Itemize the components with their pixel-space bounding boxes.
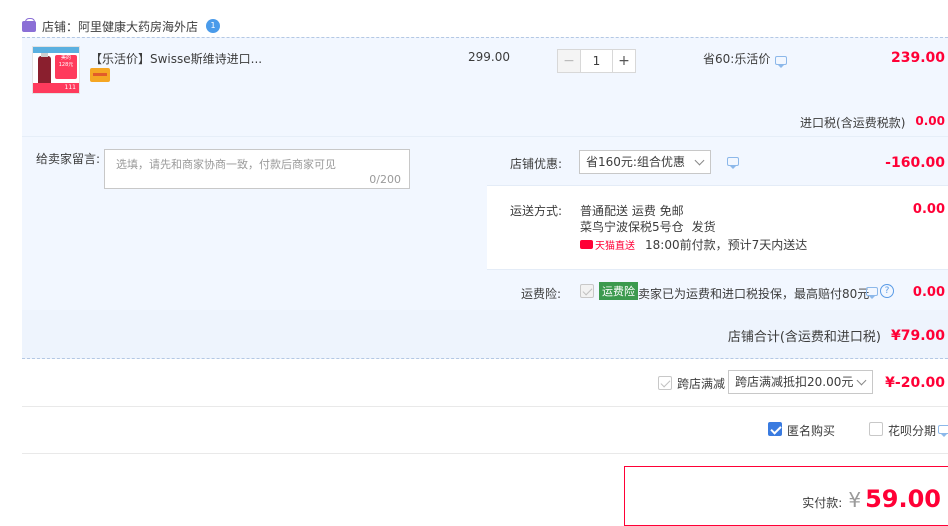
- quantity-stepper: − 1 +: [557, 49, 636, 73]
- anonymous-label[interactable]: 匿名购买: [787, 422, 835, 439]
- message-textarea[interactable]: 选填，请先和商家协商一致，付款后商家可见 0/200: [104, 149, 410, 189]
- purchase-options-row: 匿名购买 花呗分期: [22, 407, 948, 454]
- insurance-checkbox[interactable]: [580, 284, 594, 298]
- unit-price: 299.00: [468, 50, 510, 64]
- insurance-amount: 0.00: [912, 285, 945, 300]
- shop-discount-section: 店铺优惠: 省160元:组合优惠 -160.00: [487, 137, 948, 186]
- thumb-text-a: 美的: [60, 55, 71, 61]
- shipping-amount: 0.00: [912, 202, 945, 217]
- chevron-down-icon: [856, 375, 867, 386]
- shop-icon: [22, 17, 36, 32]
- cross-shop-select[interactable]: 跨店满减抵扣20.00元: [728, 370, 873, 394]
- shop-total-amount: ¥79.00: [890, 327, 945, 344]
- thumb-text-c: 111: [33, 83, 79, 93]
- help-icon[interactable]: ?: [880, 284, 894, 298]
- payment-box: 实付款: ¥ 59.00: [624, 466, 948, 526]
- promo-chat-icon[interactable]: [775, 56, 788, 68]
- insurance-label: 运费险:: [521, 287, 562, 301]
- chevron-down-icon: [694, 155, 705, 166]
- message-counter: 0/200: [369, 173, 401, 186]
- shop-total-row: 店铺合计(含运费和进口税) ¥79.00: [22, 310, 948, 359]
- cross-shop-row: 跨店满减 跨店满减抵扣20.00元 ¥-20.00: [22, 359, 948, 407]
- message-label: 给卖家留言:: [36, 152, 101, 166]
- import-tax-value: 0.00: [915, 114, 945, 128]
- huabei-chat-icon[interactable]: [938, 425, 948, 437]
- product-thumbnail[interactable]: 美的 128元 111: [32, 46, 80, 94]
- cross-shop-label: 跨店满减: [677, 377, 726, 391]
- payment-amount: 59.00: [865, 485, 941, 513]
- huabei-label[interactable]: 花呗分期: [888, 422, 936, 439]
- import-tax-label: 进口税(含运费税款): [800, 116, 906, 130]
- import-tax: 进口税(含运费税款) 0.00: [800, 114, 945, 131]
- discount-chat-icon[interactable]: [727, 157, 739, 169]
- shipping-insurance-section: 运费险: 运费险 卖家已为运费和进口税投保，最高赔付80元 ? 0.00: [487, 270, 948, 311]
- card-icon: [90, 68, 110, 82]
- shop-total-label: 店铺合计(含运费和进口税): [727, 330, 881, 345]
- shipping-line2: 菜鸟宁波保税5号仓 发货: [580, 220, 716, 234]
- huabei-checkbox[interactable]: [869, 422, 883, 436]
- message-placeholder: 选填，请先和商家协商一致，付款后商家可见: [116, 158, 336, 171]
- insurance-chat-icon[interactable]: [866, 287, 878, 299]
- thumb-text-b: 128元: [58, 62, 74, 68]
- cross-shop-amount: ¥-20.00: [885, 375, 945, 391]
- item-subtotal: 239.00: [890, 50, 945, 66]
- insurance-tag: 运费险: [599, 282, 638, 300]
- quantity-minus-button[interactable]: −: [557, 49, 581, 73]
- payment-currency: ¥: [848, 488, 862, 512]
- shipping-line3: 天猫直送 18:00前付款，预计7天内送达: [580, 236, 807, 253]
- quantity-plus-button[interactable]: +: [612, 49, 636, 73]
- product-title[interactable]: 【乐活价】Swisse斯维诗进口...: [90, 50, 262, 67]
- payment-label: 实付款:: [802, 496, 843, 510]
- product-row: 美的 128元 111 【乐活价】Swisse斯维诗进口... 299.00 −…: [22, 37, 948, 136]
- shop-name[interactable]: 店铺：阿里健康大药房海外店: [42, 18, 198, 35]
- order-options: 给卖家留言: 选填，请先和商家协商一致，付款后商家可见 0/200 店铺优惠: …: [22, 136, 948, 311]
- tmall-icon: [580, 240, 593, 249]
- insurance-text: 卖家已为运费和进口税投保，最高赔付80元: [638, 287, 870, 301]
- shipping-line1: 普通配送 运费 免邮: [580, 204, 684, 218]
- promo-text: 省60:乐活价: [703, 50, 788, 68]
- wangwang-chat-icon[interactable]: 1: [206, 19, 221, 33]
- cross-shop-checkbox[interactable]: [658, 376, 672, 390]
- quantity-input[interactable]: 1: [581, 49, 612, 73]
- shipping-section: 运送方式: 普通配送 运费 免邮 菜鸟宁波保税5号仓 发货 天猫直送 18:00前…: [487, 186, 948, 270]
- tmall-direct-badge: 天猫直送: [580, 237, 635, 252]
- shop-header: 店铺：阿里健康大药房海外店 1: [22, 16, 221, 36]
- shipping-label: 运送方式:: [510, 204, 563, 218]
- shop-discount-label: 店铺优惠:: [510, 157, 563, 171]
- promo-label: 省60:乐活价: [703, 52, 771, 66]
- anonymous-checkbox[interactable]: [768, 422, 782, 436]
- shop-discount-select[interactable]: 省160元:组合优惠: [579, 150, 711, 174]
- shop-discount-amount: -160.00: [885, 155, 945, 171]
